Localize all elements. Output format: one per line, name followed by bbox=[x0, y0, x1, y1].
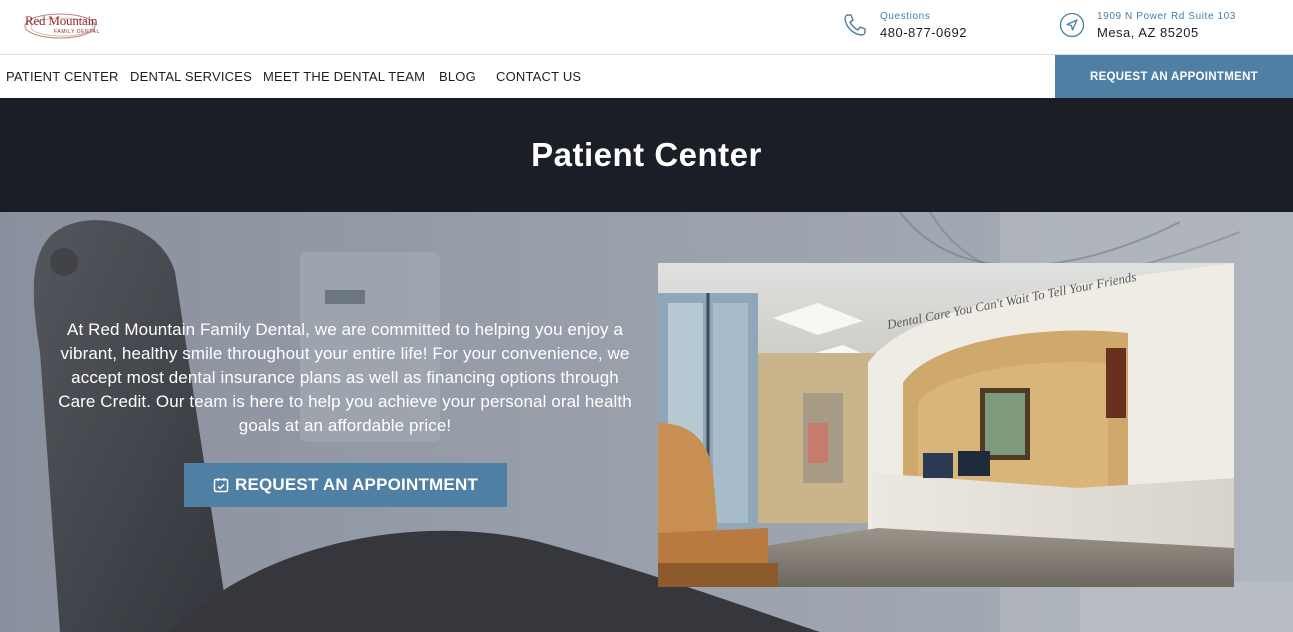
logo-tagline: FAMILY DENTAL bbox=[54, 29, 100, 35]
phone-number[interactable]: 480-877-0692 bbox=[880, 25, 967, 40]
address-street: 1909 N Power Rd Suite 103 bbox=[1097, 11, 1236, 22]
top-header: Red Mountain FAMILY DENTAL Questions 480… bbox=[0, 0, 1293, 55]
office-reception-photo: Dental Care You Can't Wait To Tell Your … bbox=[658, 263, 1234, 587]
page-title: Patient Center bbox=[531, 136, 762, 173]
hero-section: At Red Mountain Family Dental, we are co… bbox=[0, 212, 1293, 632]
site-logo[interactable]: Red Mountain FAMILY DENTAL bbox=[22, 9, 112, 41]
request-appointment-nav-button[interactable]: REQUEST AN APPOINTMENT bbox=[1055, 55, 1293, 98]
nav-item-contact-us[interactable]: CONTACT US bbox=[496, 69, 581, 84]
request-appointment-hero-label: REQUEST AN APPOINTMENT bbox=[234, 475, 479, 494]
address-city[interactable]: Mesa, AZ 85205 bbox=[1097, 25, 1199, 40]
logo-wordmark: Red Mountain bbox=[25, 13, 98, 28]
office-reception-image: Dental Care You Can't Wait To Tell Your … bbox=[658, 263, 1234, 587]
page-title-band: Patient Center bbox=[0, 98, 1293, 212]
address-contact[interactable]: 1909 N Power Rd Suite 103 Mesa, AZ 85205 bbox=[1059, 9, 1284, 43]
nav-item-meet-the-team[interactable]: MEET THE DENTAL TEAM bbox=[263, 69, 425, 84]
request-appointment-hero-button[interactable]: REQUEST AN APPOINTMENT bbox=[184, 463, 507, 507]
hero-intro-text: At Red Mountain Family Dental, we are co… bbox=[58, 320, 632, 435]
phone-contact[interactable]: Questions 480-877-0692 bbox=[842, 9, 1022, 43]
location-arrow-icon bbox=[1059, 12, 1085, 38]
calendar-check-icon bbox=[213, 478, 229, 493]
nav-item-dental-services[interactable]: DENTAL SERVICES bbox=[130, 69, 252, 84]
main-nav: PATIENT CENTER DENTAL SERVICES MEET THE … bbox=[0, 55, 1293, 98]
phone-label: Questions bbox=[880, 11, 931, 22]
phone-icon bbox=[844, 14, 866, 36]
nav-item-blog[interactable]: BLOG bbox=[439, 69, 476, 84]
nav-item-patient-center[interactable]: PATIENT CENTER bbox=[6, 69, 119, 84]
